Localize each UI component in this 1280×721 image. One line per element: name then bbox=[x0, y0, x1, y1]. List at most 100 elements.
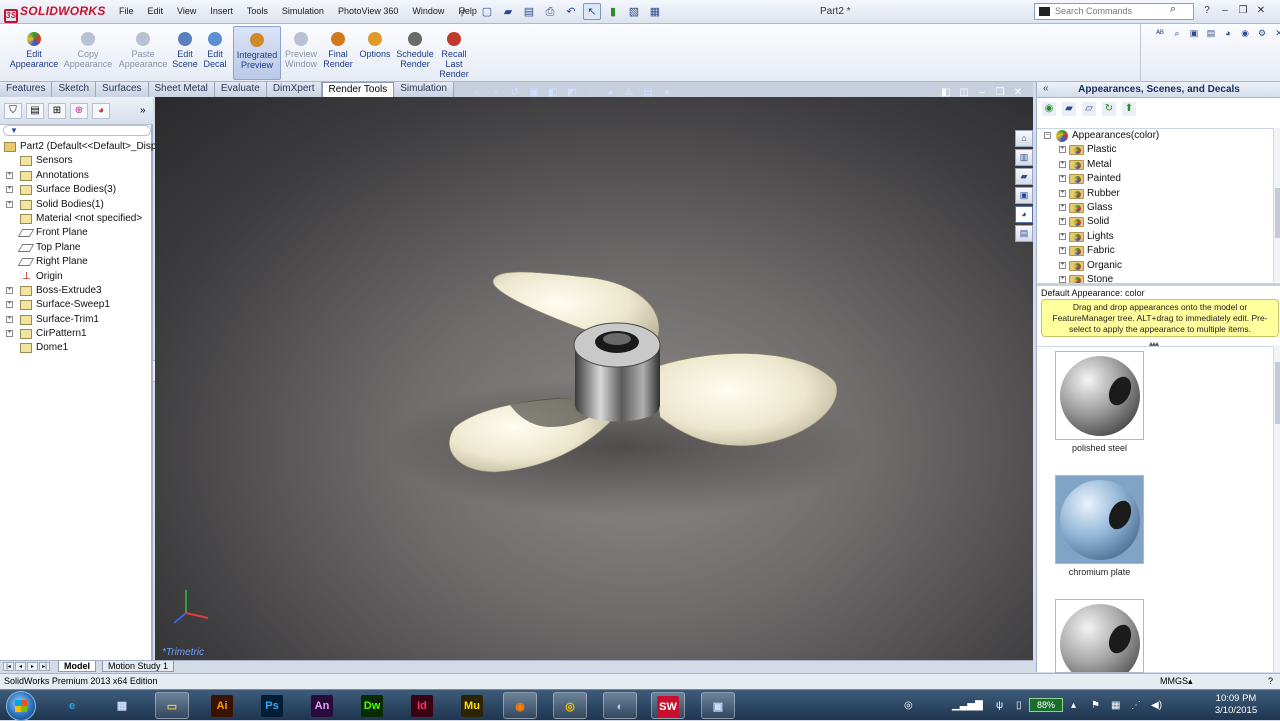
appearances-root[interactable]: – Appearances(color) bbox=[1037, 129, 1273, 143]
undo-icon[interactable]: ↶ bbox=[562, 3, 580, 20]
design-library-icon[interactable]: ▥ bbox=[1015, 149, 1033, 166]
viewport-close-icon[interactable]: ✕ bbox=[1012, 87, 1024, 99]
flag-icon[interactable]: ⚑ bbox=[1091, 700, 1100, 711]
up-folder-icon[interactable]: ⬆ bbox=[1122, 102, 1136, 116]
start-button[interactable] bbox=[6, 691, 36, 721]
tab-render-tools[interactable]: Render Tools bbox=[321, 82, 395, 97]
view-settings-icon[interactable]: ▤ bbox=[641, 87, 655, 99]
viewport-restore-icon[interactable]: ◫ bbox=[958, 87, 970, 99]
recall-last-render-button[interactable]: Recall Last Render bbox=[438, 26, 470, 80]
minimize-icon[interactable]: – bbox=[1218, 3, 1232, 19]
configuration-manager-icon[interactable]: ⊞ bbox=[48, 103, 66, 119]
zoom-to-area-icon[interactable]: ⌕ bbox=[489, 87, 503, 99]
units-dropdown-icon[interactable]: ▴ bbox=[1188, 674, 1193, 689]
first-tab-icon[interactable]: |◂ bbox=[3, 662, 14, 671]
folder-icon[interactable]: ▰ bbox=[1062, 102, 1076, 116]
expand-icon[interactable]: + bbox=[1059, 160, 1066, 168]
help-icon[interactable]: ? bbox=[1200, 3, 1214, 19]
paste-appearance-button[interactable]: Paste Appearance bbox=[118, 26, 168, 80]
copy-appearance-button[interactable]: Copy Appearance bbox=[62, 26, 114, 80]
zoom-to-fit-icon[interactable]: ⌕ bbox=[470, 87, 484, 99]
section-view-icon[interactable]: ▣ bbox=[527, 87, 541, 99]
appearance-category-plastic[interactable]: + Plastic bbox=[1037, 143, 1273, 157]
expand-icon[interactable]: + bbox=[1059, 232, 1066, 240]
view-palette-icon[interactable]: ▣ bbox=[1015, 187, 1033, 204]
tree-item-top-plane[interactable]: Top Plane bbox=[0, 241, 153, 255]
tree-item-cirpattern1[interactable]: + CirPattern1 bbox=[0, 327, 153, 341]
viewport-tile-icon[interactable]: ◧ bbox=[940, 87, 952, 99]
options-icon[interactable]: ▦ bbox=[646, 3, 664, 20]
tab-model[interactable]: Model bbox=[58, 661, 96, 672]
tree-item-surface-sweep1[interactable]: + Surface-Sweep1 bbox=[0, 298, 153, 312]
tree-item-front-plane[interactable]: Front Plane bbox=[0, 226, 153, 240]
new-document-icon[interactable]: ▢ bbox=[478, 3, 496, 20]
zoom-icon[interactable]: ⌕ bbox=[1170, 28, 1184, 42]
expand-icon[interactable]: + bbox=[1059, 189, 1066, 197]
print-icon[interactable]: ⎙ bbox=[541, 3, 559, 20]
taskbar-indesign[interactable]: Id bbox=[405, 692, 439, 719]
previous-view-icon[interactable]: ↺ bbox=[508, 87, 522, 99]
expand-icon[interactable]: + bbox=[6, 315, 13, 323]
network-drive-icon[interactable]: ◎ bbox=[904, 700, 913, 711]
add-appearance-icon[interactable]: ◉ bbox=[1042, 102, 1056, 116]
menu-tools[interactable]: Tools bbox=[240, 6, 275, 16]
menu-insert[interactable]: Insert bbox=[203, 6, 240, 16]
tab-simulation[interactable]: Simulation bbox=[394, 82, 454, 97]
taskbar-dreamweaver[interactable]: Dw bbox=[355, 692, 389, 719]
taskbar-media[interactable]: ◐ bbox=[603, 692, 637, 719]
tree-item-material-not-specified[interactable]: Material <not specified> bbox=[0, 212, 153, 226]
restore-icon[interactable]: ❐ bbox=[1236, 3, 1250, 19]
taskbar-solidworks[interactable]: SW bbox=[651, 692, 685, 719]
edit-appearance-view-icon[interactable]: ◕ bbox=[603, 87, 617, 99]
menu-view[interactable]: View bbox=[170, 6, 203, 16]
expand-arrow-icon[interactable]: » bbox=[140, 105, 146, 116]
feature-filter-input[interactable]: ▼ bbox=[3, 125, 151, 136]
appearances-tree-scrollbar[interactable] bbox=[1273, 128, 1280, 282]
expand-icon[interactable]: + bbox=[6, 286, 13, 294]
monitor-icon[interactable]: ▯ bbox=[1016, 700, 1022, 711]
signal-strength-icon[interactable]: ▁▃▅▇ bbox=[952, 700, 983, 711]
tree-item-surface-trim1[interactable]: + Surface-Trim1 bbox=[0, 313, 153, 327]
save-icon[interactable]: ▤ bbox=[520, 3, 538, 20]
appearance-category-lights[interactable]: + Lights bbox=[1037, 230, 1273, 244]
display-style-icon[interactable]: ◩ bbox=[565, 87, 579, 99]
tab-surfaces[interactable]: Surfaces bbox=[96, 82, 149, 97]
expand-icon[interactable]: + bbox=[6, 330, 13, 338]
expand-icon[interactable]: + bbox=[6, 200, 13, 208]
system-clock[interactable]: 10:09 PM 3/10/2015 bbox=[1206, 693, 1266, 717]
taskbar-photoshop[interactable]: Ps bbox=[255, 692, 289, 719]
display-manager-icon[interactable]: ◕ bbox=[92, 103, 110, 119]
expand-icon[interactable]: + bbox=[1059, 247, 1066, 255]
last-tab-icon[interactable]: ▸| bbox=[39, 662, 50, 671]
taskbar-internet-explorer[interactable]: e bbox=[55, 692, 89, 719]
tree-item-boss-extrude3[interactable]: + Boss-Extrude3 bbox=[0, 284, 153, 298]
tray-expand-icon[interactable]: ▴ bbox=[1071, 700, 1076, 711]
menu-file[interactable]: File bbox=[112, 6, 141, 16]
menu-window[interactable]: Window bbox=[405, 6, 451, 16]
schedule-render-button[interactable]: Schedule Render bbox=[395, 26, 435, 80]
expand-icon[interactable]: + bbox=[6, 301, 13, 309]
add-folder-icon[interactable]: ▱ bbox=[1082, 102, 1096, 116]
custom-properties-icon[interactable]: ▤ bbox=[1015, 225, 1033, 242]
layer-icon[interactable]: ▤ bbox=[1204, 28, 1218, 42]
tab-sheet-metal[interactable]: Sheet Metal bbox=[148, 82, 215, 97]
expand-icon[interactable]: + bbox=[1059, 275, 1066, 283]
realview-icon[interactable]: ● bbox=[660, 87, 674, 99]
appearance-icon[interactable]: ◉ bbox=[1238, 28, 1252, 42]
menu-simulation[interactable]: Simulation bbox=[275, 6, 331, 16]
swatches-scrollbar[interactable] bbox=[1273, 346, 1280, 672]
view-icon[interactable]: ▣ bbox=[1187, 28, 1201, 42]
property-manager-icon[interactable]: ▤ bbox=[26, 103, 44, 119]
taskbar-window[interactable]: ▣ bbox=[701, 692, 735, 719]
next-tab-icon[interactable]: ▸ bbox=[27, 662, 38, 671]
edit-decal-button[interactable]: Edit Decal bbox=[200, 26, 230, 80]
appearance-category-solid[interactable]: + Solid bbox=[1037, 215, 1273, 229]
close-icon[interactable]: ✕ bbox=[1254, 3, 1268, 19]
solidworks-logo[interactable]: 3S SOLIDWORKS bbox=[4, 4, 106, 23]
pin-icon[interactable]: ⚲ bbox=[458, 5, 466, 18]
viewport-maximize-icon[interactable]: ❐ bbox=[994, 87, 1006, 99]
apply-scene-icon[interactable]: ⟁ bbox=[622, 87, 636, 99]
close-toolbar-icon[interactable]: ✕ bbox=[1272, 28, 1280, 42]
expand-icon[interactable]: + bbox=[6, 171, 13, 179]
appearance-category-painted[interactable]: + Painted bbox=[1037, 172, 1273, 186]
